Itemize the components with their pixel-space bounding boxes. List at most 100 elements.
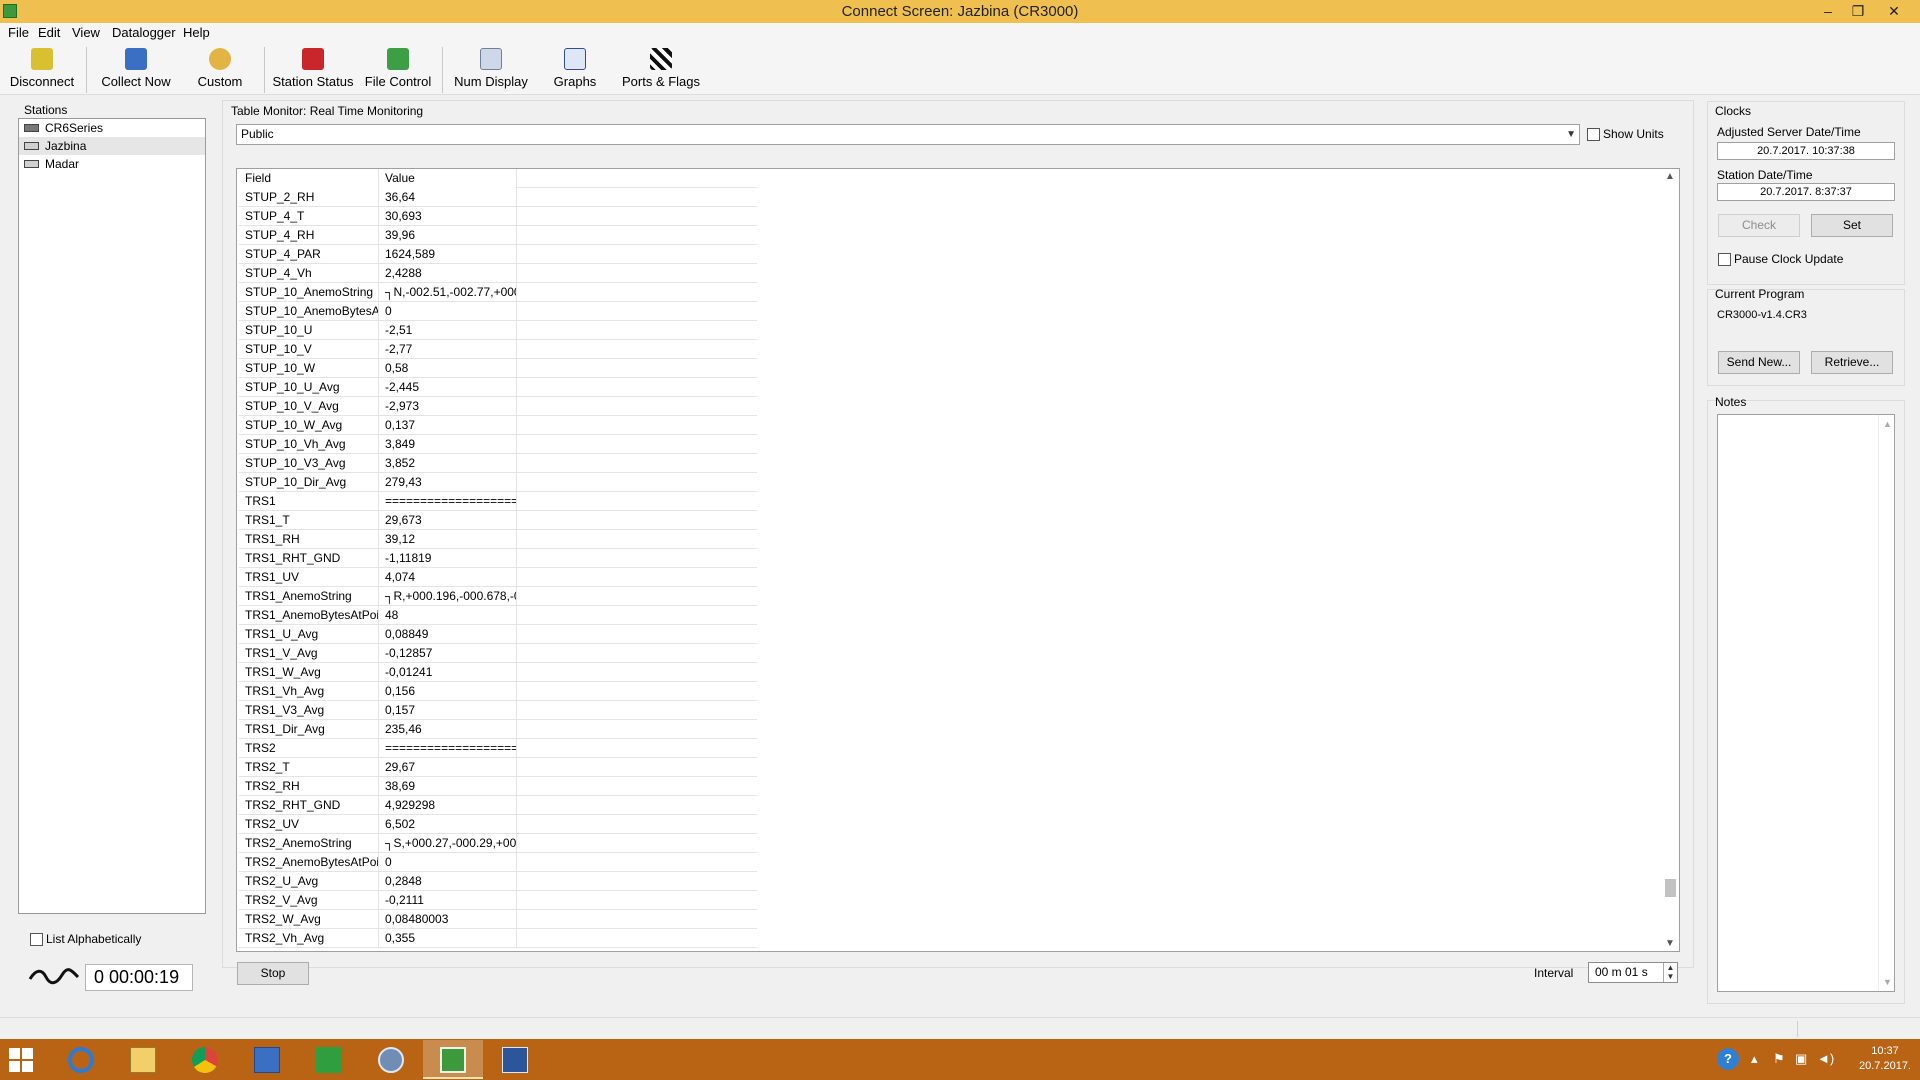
minimize-button[interactable]: ‒	[1814, 1, 1842, 21]
station-madar[interactable]: Madar	[19, 155, 205, 173]
taskbar-word[interactable]	[485, 1040, 545, 1079]
table-row[interactable]: TRS1_RH 39,12	[239, 530, 757, 549]
scroll-down-icon[interactable]: ▼	[1665, 938, 1675, 949]
menu-file[interactable]: File	[8, 25, 29, 40]
table-row[interactable]: TRS2_V_Avg -0,2111	[239, 891, 757, 910]
table-row[interactable]: STUP_10_U_Avg -2,445	[239, 378, 757, 397]
table-row[interactable]: STUP_4_PAR 1624,589	[239, 245, 757, 264]
disconnect-button[interactable]: Disconnect	[6, 45, 78, 93]
table-row[interactable]: TRS2_AnemoBytesAtPoi 0	[239, 853, 757, 872]
speaker-icon[interactable]: ◄)	[1817, 1051, 1834, 1066]
table-row[interactable]: TRS2_AnemoString ┐S,+000.27,-000.29,+000	[239, 834, 757, 853]
menu-help[interactable]: Help	[183, 25, 210, 40]
taskbar-calculator[interactable]	[299, 1040, 359, 1079]
menu-view[interactable]: View	[72, 25, 100, 40]
flag-icon[interactable]: ⚑	[1773, 1051, 1785, 1067]
table-row[interactable]: TRS2_W_Avg 0,08480003	[239, 910, 757, 929]
scroll-down-icon[interactable]: ▼	[1883, 977, 1892, 987]
menu-datalogger[interactable]: Datalogger	[112, 25, 176, 40]
table-row[interactable]: STUP_10_W 0,58	[239, 359, 757, 378]
interval-input[interactable]: 00 m 01 s ▲ ▼	[1588, 962, 1678, 983]
taskbar-internet-explorer[interactable]	[51, 1040, 111, 1079]
restore-button[interactable]: ❐	[1844, 1, 1872, 21]
taskbar-chrome[interactable]	[175, 1040, 235, 1079]
graphs-button[interactable]: Graphs	[546, 45, 604, 93]
stop-button[interactable]: Stop	[237, 962, 309, 985]
help-icon[interactable]: ?	[1717, 1048, 1739, 1070]
spin-buttons[interactable]: ▲ ▼	[1663, 963, 1677, 982]
table-row[interactable]: STUP_4_Vh 2,4288	[239, 264, 757, 283]
collect-now-button[interactable]: Collect Now	[96, 45, 176, 93]
table-row[interactable]: STUP_2_RH 36,64	[239, 188, 757, 207]
taskbar-loggernet[interactable]	[423, 1040, 483, 1079]
station-cr6series[interactable]: CR6Series	[19, 119, 205, 137]
table-row[interactable]: TRS1_V_Avg -0,12857	[239, 644, 757, 663]
spin-up-icon[interactable]: ▲	[1664, 963, 1677, 972]
check-button[interactable]: Check	[1718, 214, 1800, 237]
column-header-value[interactable]: Value	[379, 169, 517, 188]
table-row[interactable]: STUP_10_V_Avg -2,973	[239, 397, 757, 416]
list-alphabetically-checkbox[interactable]: List Alphabetically	[30, 932, 141, 947]
num-display-button[interactable]: Num Display	[450, 45, 532, 93]
set-button[interactable]: Set	[1811, 214, 1893, 237]
table-row[interactable]: TRS1_RHT_GND -1,11819	[239, 549, 757, 568]
scrollbar-thumb[interactable]	[1665, 879, 1676, 897]
custom-button[interactable]: Custom	[190, 45, 250, 93]
station-jazbina[interactable]: Jazbina	[19, 137, 205, 155]
table-row[interactable]: STUP_10_V3_Avg 3,852	[239, 454, 757, 473]
table-row[interactable]: TRS2_UV 6,502	[239, 815, 757, 834]
vertical-scrollbar[interactable]: ▲ ▼	[1662, 169, 1679, 951]
show-units-checkbox[interactable]: Show Units	[1587, 127, 1664, 142]
table-row[interactable]: TRS1_Dir_Avg 235,46	[239, 720, 757, 739]
windows-start-icon[interactable]	[9, 1048, 33, 1072]
taskbar-clock[interactable]: 10:37 20.7.2017.	[1854, 1044, 1916, 1074]
table-row[interactable]: TRS2_RHT_GND 4,929298	[239, 796, 757, 815]
table-row[interactable]: TRS2_RH 38,69	[239, 777, 757, 796]
table-row[interactable]: STUP_10_AnemoBytesA 0	[239, 302, 757, 321]
table-row[interactable]: TRS2_T 29,67	[239, 758, 757, 777]
table-row[interactable]: TRS1_UV 4,074	[239, 568, 757, 587]
table-row[interactable]: TRS1_AnemoString ┐R,+000.196,-000.678,-0	[239, 587, 757, 606]
table-row[interactable]: STUP_10_W_Avg 0,137	[239, 416, 757, 435]
notes-textarea[interactable]: ▲ ▼	[1717, 414, 1895, 992]
table-row[interactable]: STUP_4_RH 39,96	[239, 226, 757, 245]
column-header-field[interactable]: Field	[239, 169, 379, 188]
network-icon[interactable]: ▣	[1795, 1051, 1807, 1067]
table-row[interactable]: TRS1_V3_Avg 0,157	[239, 701, 757, 720]
menu-edit[interactable]: Edit	[38, 25, 60, 40]
spin-down-icon[interactable]: ▼	[1664, 972, 1677, 981]
ports-flags-button[interactable]: Ports & Flags	[618, 45, 704, 93]
table-row[interactable]: TRS1_AnemoBytesAtPoi 48	[239, 606, 757, 625]
station-status-icon	[302, 48, 324, 70]
table-row[interactable]: TRS1_W_Avg -0,01241	[239, 663, 757, 682]
pause-clock-checkbox[interactable]: Pause Clock Update	[1718, 252, 1843, 267]
send-new-button[interactable]: Send New...	[1718, 351, 1800, 374]
notes-scrollbar[interactable]: ▲ ▼	[1878, 415, 1894, 991]
table-row[interactable]: TRS1_U_Avg 0,08849	[239, 625, 757, 644]
table-row[interactable]: STUP_4_T 30,693	[239, 207, 757, 226]
table-row[interactable]: TRS1_T 29,673	[239, 511, 757, 530]
table-select[interactable]: Public ▼	[236, 124, 1580, 145]
table-row[interactable]: TRS1 ====================	[239, 492, 757, 511]
scroll-up-icon[interactable]: ▲	[1665, 171, 1675, 182]
data-grid[interactable]: Field Value STUP_2_RH 36,64 STUP_4_T 30,693…	[236, 168, 1680, 952]
table-row[interactable]: STUP_10_Dir_Avg 279,43	[239, 473, 757, 492]
table-row[interactable]: TRS2_Vh_Avg 0,355	[239, 929, 757, 948]
table-row[interactable]: TRS2 ====================	[239, 739, 757, 758]
retrieve-button[interactable]: Retrieve...	[1811, 351, 1893, 374]
table-row[interactable]: STUP_10_AnemoString ┐N,-002.51,-002.77,+0…	[239, 283, 757, 302]
stations-list[interactable]: CR6Series Jazbina Madar	[18, 118, 206, 914]
table-row[interactable]: STUP_10_V -2,77	[239, 340, 757, 359]
chevron-up-icon[interactable]: ▴	[1751, 1051, 1758, 1067]
station-status-button[interactable]: Station Status	[272, 45, 354, 93]
taskbar-app-4[interactable]	[237, 1040, 297, 1079]
table-row[interactable]: TRS1_Vh_Avg 0,156	[239, 682, 757, 701]
taskbar-file-explorer[interactable]	[113, 1040, 173, 1079]
taskbar-network[interactable]	[361, 1040, 421, 1079]
file-control-button[interactable]: File Control	[362, 45, 434, 93]
close-button[interactable]: ✕	[1880, 1, 1908, 21]
scroll-up-icon[interactable]: ▲	[1883, 419, 1892, 429]
table-row[interactable]: STUP_10_Vh_Avg 3,849	[239, 435, 757, 454]
table-row[interactable]: STUP_10_U -2,51	[239, 321, 757, 340]
table-row[interactable]: TRS2_U_Avg 0,2848	[239, 872, 757, 891]
